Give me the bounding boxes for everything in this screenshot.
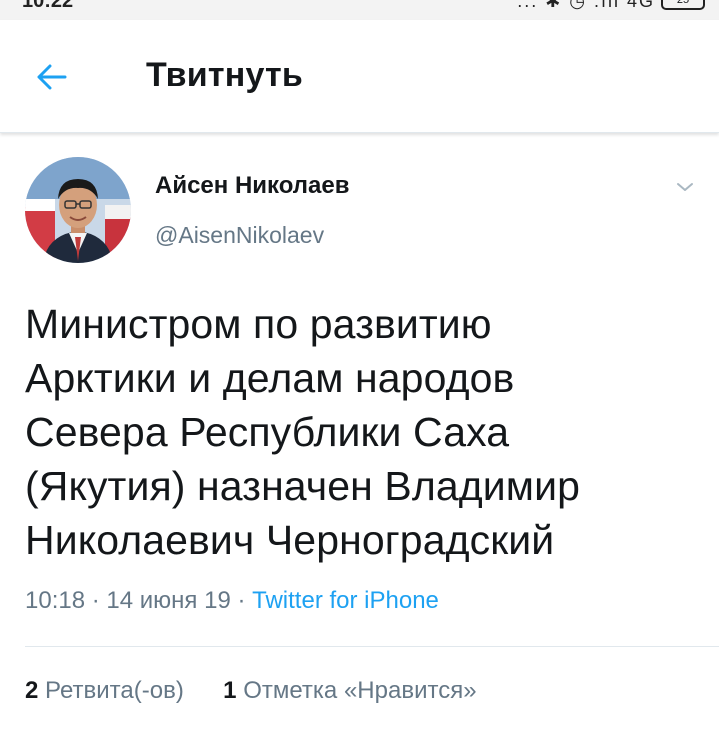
status-time: 10:22	[22, 0, 74, 12]
status-bar: 10:22 ... ✱ ◷ .ıll 4G 25	[0, 0, 719, 20]
retweets-stat[interactable]: 2 Ретвита(-ов)	[25, 677, 184, 705]
likes-count: 1	[223, 677, 237, 704]
meta-separator: ·	[91, 587, 100, 614]
tweet-menu-button[interactable]	[673, 178, 697, 196]
avatar[interactable]	[25, 157, 131, 263]
likes-label: Отметка «Нравится»	[243, 677, 477, 704]
tweet-meta: 10:18 · 14 июня 19 · Twitter for iPhone	[25, 587, 439, 615]
avatar-photo	[25, 157, 131, 263]
page-title: Твитнуть	[146, 56, 303, 94]
back-button[interactable]	[32, 57, 72, 97]
tweet-date: 14 июня 19	[106, 587, 231, 614]
tweet-source-link[interactable]: Twitter for iPhone	[252, 587, 439, 614]
display-name[interactable]: Айсен Николаев	[155, 172, 349, 200]
tweet-time: 10:18	[25, 587, 86, 614]
retweets-label: Ретвита(-ов)	[45, 677, 184, 704]
tweet-stats: 2 Ретвита(-ов) 1 Отметка «Нравится»	[25, 677, 477, 705]
meta-separator: ·	[237, 587, 246, 614]
status-icons: ... ✱ ◷ .ıll 4G	[517, 0, 655, 12]
tweet-text: Министром по развитию Арктики и делам на…	[25, 301, 580, 563]
battery-icon: 25	[661, 0, 705, 10]
retweets-count: 2	[25, 677, 39, 704]
status-indicators: ... ✱ ◷ .ıll 4G	[517, 0, 655, 11]
divider	[25, 646, 719, 647]
arrow-left-icon	[37, 64, 67, 90]
header: Твитнуть	[0, 20, 719, 133]
user-handle[interactable]: @AisenNikolaev	[155, 222, 324, 249]
likes-stat[interactable]: 1 Отметка «Нравится»	[223, 677, 476, 705]
chevron-down-icon	[677, 183, 693, 191]
